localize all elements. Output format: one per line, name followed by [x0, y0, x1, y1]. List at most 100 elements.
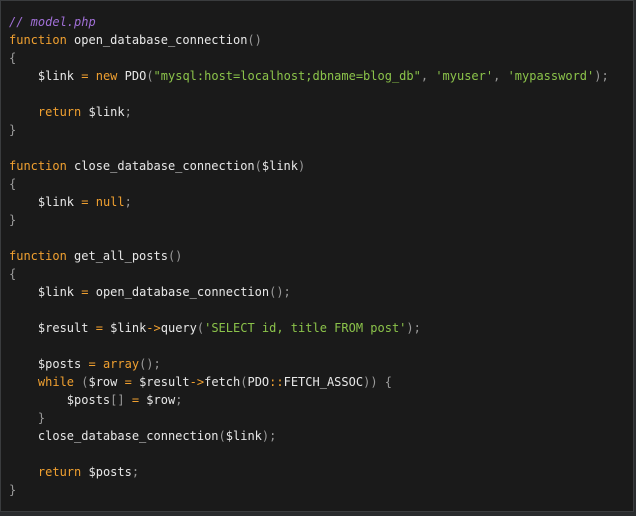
operator: = — [74, 69, 96, 83]
function-name: open_database_connection — [66, 33, 248, 47]
operator: = — [81, 357, 103, 371]
punctuation: () — [167, 249, 183, 263]
variable: $link — [110, 321, 147, 335]
code-line-23: } — [9, 409, 609, 427]
string-literal: 'SELECT id, title FROM post' — [204, 321, 407, 335]
variable: $result — [37, 321, 89, 335]
string-literal: 'myuser' — [435, 69, 494, 83]
punctuation: { — [9, 267, 17, 281]
operator: -> — [189, 375, 205, 389]
code-line-27: } — [9, 481, 609, 499]
constant: FETCH_ASSOC — [283, 375, 364, 389]
keyword: function — [9, 159, 67, 173]
class-name: PDO — [117, 69, 147, 83]
punctuation: } — [37, 411, 46, 425]
variable: $link — [37, 195, 75, 209]
code-comment: // model.php — [9, 15, 96, 29]
operator: = — [124, 393, 147, 407]
punctuation: (); — [269, 285, 291, 299]
punctuation: (); — [139, 357, 161, 371]
string-literal: "mysql:host=localhost;dbname=blog_db" — [153, 69, 421, 83]
operator: = — [88, 321, 111, 335]
code-line-20: $posts = array(); — [9, 355, 609, 373]
keyword: return — [37, 465, 82, 479]
code-line-10: { — [9, 175, 609, 193]
function-call: close_database_connection — [37, 429, 219, 443]
code-line-14: function get_all_posts() — [9, 247, 609, 265]
function-call: fetch — [204, 375, 241, 389]
punctuation: { — [9, 51, 17, 65]
code-line-16: $link = open_database_connection(); — [9, 283, 609, 301]
class-name: PDO — [247, 375, 270, 389]
keyword: function — [9, 33, 67, 47]
punctuation: () — [247, 33, 262, 47]
code-line-22: $posts[] = $row; — [9, 391, 609, 409]
punctuation: )) { — [363, 375, 392, 389]
keyword: function — [9, 249, 67, 263]
keyword: array — [102, 357, 140, 371]
variable: $link — [261, 159, 298, 173]
variable: $link — [37, 285, 75, 299]
punctuation: } — [9, 213, 17, 227]
variable: $link — [225, 429, 262, 443]
punctuation: ; — [124, 195, 132, 209]
code-line-26: return $posts; — [9, 463, 609, 481]
punctuation: , — [420, 69, 436, 83]
variable: $link — [37, 69, 75, 83]
variable: $posts — [37, 357, 82, 371]
code-line-12: } — [9, 211, 609, 229]
code-line-21: while ($row = $result->fetch(PDO::FETCH_… — [9, 373, 609, 391]
code-line-1: // model.php — [9, 13, 609, 31]
punctuation: } — [9, 123, 17, 137]
code-line-15: { — [9, 265, 609, 283]
keyword: return — [37, 105, 82, 119]
code-editor[interactable]: // model.php function open_database_conne… — [0, 0, 634, 512]
punctuation: ( — [218, 429, 226, 443]
variable: $result — [139, 375, 190, 389]
variable: $link — [81, 105, 125, 119]
punctuation: ); — [406, 321, 421, 335]
code-line-9: function close_database_connection($link… — [9, 157, 609, 175]
punctuation: ; — [175, 393, 183, 407]
variable: $posts — [81, 465, 132, 479]
code-block: // model.php function open_database_conne… — [9, 13, 609, 499]
code-line-4: $link = new PDO("mysql:host=localhost;db… — [9, 67, 609, 85]
operator: :: — [269, 375, 284, 389]
operator: -> — [146, 321, 161, 335]
code-line-18: $result = $link->query('SELECT id, title… — [9, 319, 609, 337]
variable: $posts — [66, 393, 111, 407]
punctuation: { — [9, 177, 17, 191]
operator: = — [74, 285, 96, 299]
function-name: get_all_posts — [66, 249, 168, 263]
code-line-24: close_database_connection($link); — [9, 427, 609, 445]
punctuation: [] — [110, 393, 125, 407]
operator: = — [117, 375, 140, 389]
code-line-3: { — [9, 49, 609, 67]
punctuation: ( — [146, 69, 154, 83]
punctuation: ; — [124, 105, 132, 119]
variable: $row — [146, 393, 176, 407]
operator: = — [74, 195, 96, 209]
punctuation: ; — [131, 465, 140, 479]
function-call: open_database_connection — [95, 285, 270, 299]
punctuation: ); — [594, 69, 609, 83]
code-line-7: } — [9, 121, 609, 139]
string-literal: 'mypassword' — [507, 69, 595, 83]
